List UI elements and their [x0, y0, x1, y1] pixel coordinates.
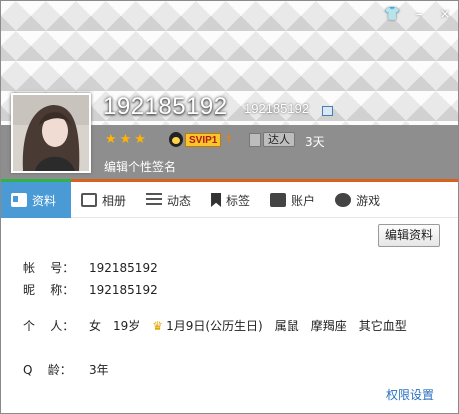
- tab-label: 账户: [291, 193, 316, 208]
- tab-label: 动态: [167, 193, 192, 208]
- edit-signature-link[interactable]: 编辑个性签名: [104, 158, 176, 175]
- gender-value: 女: [89, 319, 102, 333]
- tab-feed[interactable]: 动态: [136, 182, 201, 218]
- age-value: 19岁: [113, 319, 141, 333]
- tag-icon: [211, 193, 222, 207]
- tab-games[interactable]: 游戏: [325, 182, 390, 218]
- edit-profile-button[interactable]: 编辑资料: [378, 224, 440, 247]
- penguin-icon: [169, 132, 183, 147]
- svip-badge[interactable]: SVIP1 ↑: [169, 132, 234, 147]
- avatar-photo: [13, 95, 89, 171]
- tab-profile[interactable]: 资料: [1, 182, 71, 218]
- daren-label: 达人: [263, 132, 295, 147]
- birthday-value: 1月9日(公历生日): [166, 319, 263, 333]
- daren-days: 3天: [305, 135, 325, 149]
- nickname-row: 昵 称： 192185192: [23, 281, 170, 298]
- blood-type-value: 其它血型: [358, 319, 407, 333]
- minimize-icon[interactable]: –: [411, 7, 427, 23]
- profile-card-icon: [11, 193, 27, 207]
- wallet-icon: [270, 193, 287, 207]
- svip-label: SVIP1: [185, 132, 222, 147]
- constellation-value: 摩羯座: [310, 319, 347, 333]
- daren-badge[interactable]: 达人: [249, 132, 295, 147]
- qq-number: 192185192: [244, 101, 310, 116]
- tab-label: 相册: [102, 193, 127, 208]
- qage-label: Q 龄：: [23, 363, 72, 377]
- crown-icon: ♛: [152, 318, 164, 333]
- daren-icon: [249, 132, 261, 147]
- avatar[interactable]: [11, 93, 91, 173]
- tab-label: 资料: [32, 193, 57, 208]
- tab-account[interactable]: 账户: [260, 182, 325, 218]
- personal-label: 个 人：: [23, 319, 75, 333]
- profile-window: 👕 – × 192185192 192185192 ★★★ SVIP1 ↑ 达人…: [0, 0, 459, 414]
- tab-album[interactable]: 相册: [71, 182, 136, 218]
- upgrade-arrow-icon: ↑: [224, 133, 234, 146]
- tab-label: 标签: [226, 193, 251, 208]
- photo-album-icon: [81, 193, 97, 207]
- tab-label: 游戏: [356, 193, 381, 208]
- skin-icon[interactable]: 👕: [384, 7, 400, 23]
- personal-row: 个 人： 女 19岁 ♛ 1月9日(公历生日) 属鼠 摩羯座 其它血型: [23, 317, 419, 334]
- feed-list-icon: [146, 193, 163, 207]
- permission-settings-link[interactable]: 权限设置: [386, 386, 434, 403]
- nickname-value: 192185192: [89, 282, 158, 297]
- nickname-title: 192185192: [103, 93, 228, 120]
- zodiac-value: 属鼠: [274, 319, 299, 333]
- nickname-label: 昵 称：: [23, 283, 75, 297]
- profile-tabs: 资料 相册 动态 标签 账户 游戏: [1, 182, 458, 218]
- level-stars-icon[interactable]: ★★★: [105, 132, 149, 147]
- account-value: 192185192: [89, 260, 158, 275]
- account-label: 帐 号：: [23, 261, 75, 275]
- game-icon: [335, 193, 352, 207]
- qage-value: 3年: [89, 363, 109, 377]
- tab-tags[interactable]: 标签: [201, 182, 260, 218]
- qage-row: Q 龄： 3年: [23, 361, 121, 378]
- qq-card-icon[interactable]: [322, 106, 333, 116]
- close-icon[interactable]: ×: [437, 7, 453, 23]
- account-row: 帐 号： 192185192: [23, 259, 170, 276]
